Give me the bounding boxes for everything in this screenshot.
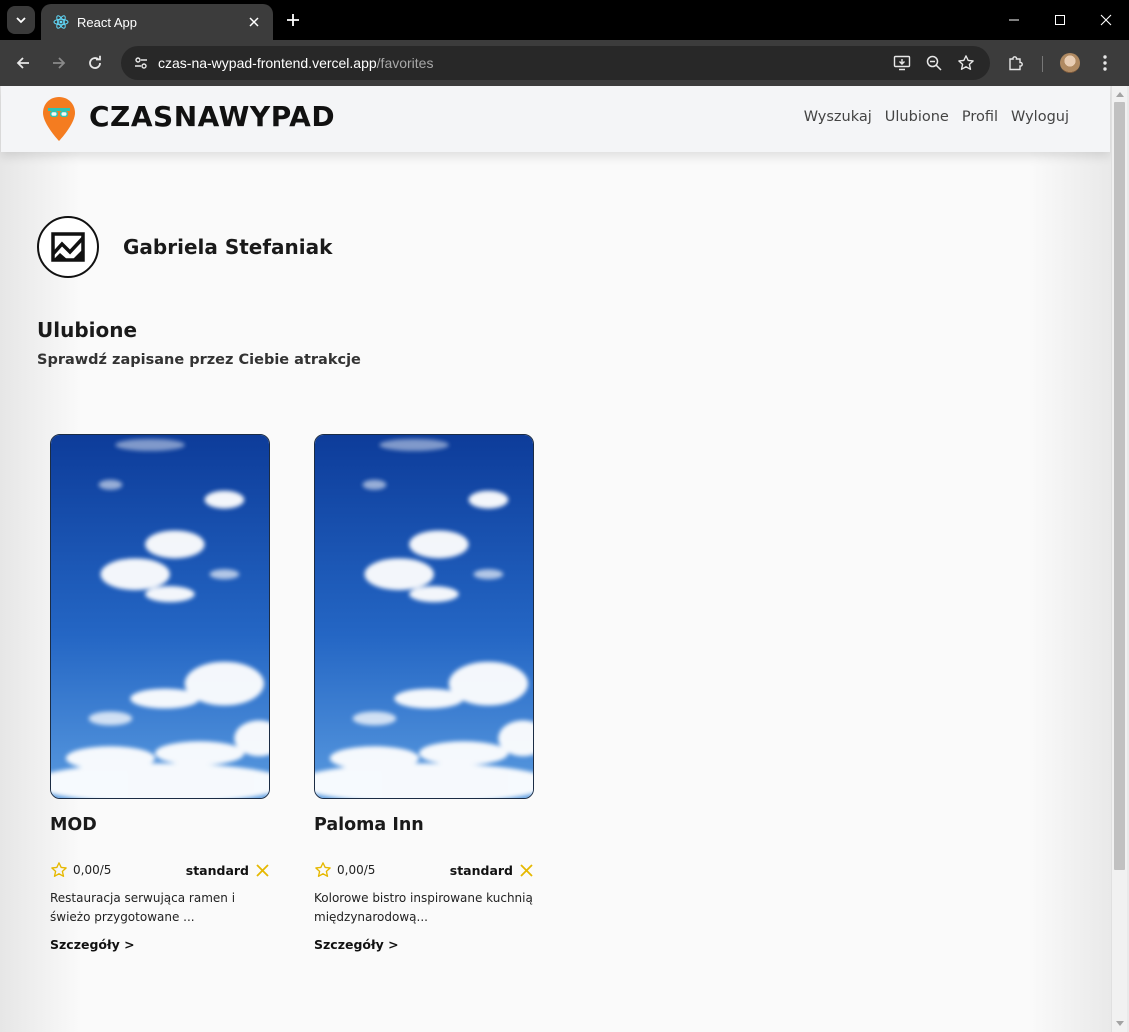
page-viewport: CZASNAWYPAD Wyszukaj Ulubione Profil Wyl… — [0, 86, 1129, 1032]
card-details-link[interactable]: Szczegóły > — [314, 937, 399, 952]
card-meta: 0,00/5 standard — [314, 861, 534, 879]
nav-link-favorites[interactable]: Ulubione — [885, 109, 949, 125]
favorite-card: MOD 0,00/5 standard Restauracja serwując… — [50, 434, 270, 953]
url-host: czas-na-wypad-frontend.vercel.app — [158, 55, 377, 71]
tab-strip: React App — [0, 0, 1129, 40]
nav-link-search[interactable]: Wyszukaj — [804, 109, 872, 125]
scroll-up-icon[interactable] — [1116, 92, 1124, 97]
favorite-card: Paloma Inn 0,00/5 standard Kolorowe bist… — [314, 434, 534, 953]
star-icon — [50, 861, 68, 879]
back-button[interactable] — [9, 49, 37, 77]
page-title: Ulubione — [37, 318, 138, 342]
tab-search-button[interactable] — [7, 6, 35, 34]
card-title: MOD — [50, 815, 97, 835]
tune-icon[interactable] — [129, 51, 153, 75]
scrollbar-thumb[interactable] — [1114, 102, 1125, 870]
nav-link-profile[interactable]: Profil — [962, 109, 998, 125]
close-icon[interactable] — [245, 13, 263, 31]
minimize-button[interactable] — [991, 0, 1037, 40]
kebab-menu-icon[interactable] — [1091, 49, 1119, 77]
sky-clouds-image[interactable] — [50, 434, 270, 799]
chevron-down-icon — [16, 17, 26, 24]
star-icon — [314, 861, 332, 879]
new-tab-button[interactable] — [282, 9, 304, 31]
address-bar[interactable]: czas-na-wypad-frontend.vercel.app/favori… — [121, 46, 990, 80]
page-subtitle: Sprawdź zapisane przez Ciebie atrakcje — [37, 352, 361, 368]
card-tier: standard — [185, 862, 249, 878]
card-details-link[interactable]: Szczegóły > — [50, 937, 135, 952]
scroll-down-icon[interactable] — [1116, 1021, 1124, 1026]
reload-button[interactable] — [81, 49, 109, 77]
browser-toolbar: czas-na-wypad-frontend.vercel.app/favori… — [0, 40, 1129, 86]
remove-favorite-icon[interactable] — [254, 862, 270, 878]
url-text: czas-na-wypad-frontend.vercel.app/favori… — [158, 55, 433, 71]
card-description: Restauracja serwująca ramen i świeżo prz… — [50, 891, 236, 924]
react-logo-icon — [53, 14, 69, 30]
forward-button[interactable] — [45, 49, 73, 77]
maximize-icon — [1055, 15, 1065, 25]
arrow-left-icon — [16, 57, 29, 69]
card-tier: standard — [449, 862, 513, 878]
url-path: /favorites — [376, 55, 434, 71]
profile-name: Gabriela Stefaniak — [123, 235, 333, 259]
card-rating: 0,00/5 — [337, 863, 376, 877]
site-header: CZASNAWYPAD Wyszukaj Ulubione Profil Wyl… — [1, 86, 1110, 152]
star-icon[interactable] — [954, 51, 978, 75]
profile-avatar-icon[interactable] — [1056, 49, 1084, 77]
sky-clouds-image[interactable] — [314, 434, 534, 799]
maximize-button[interactable] — [1037, 0, 1083, 40]
browser-tab[interactable]: React App — [41, 4, 273, 40]
card-meta: 0,00/5 standard — [50, 861, 270, 879]
reload-icon — [89, 55, 101, 69]
zoom-out-icon[interactable] — [922, 51, 946, 75]
card-description: Kolorowe bistro inspirowane kuchnią międ… — [314, 891, 533, 924]
install-app-icon[interactable] — [890, 51, 914, 75]
arrow-right-icon — [53, 57, 66, 69]
site-logo[interactable]: CZASNAWYPAD — [89, 100, 335, 133]
card-rating: 0,00/5 — [73, 863, 112, 877]
puzzle-icon[interactable] — [1002, 49, 1030, 77]
nav-link-logout[interactable]: Wyloguj — [1011, 109, 1069, 125]
minimize-icon — [1009, 19, 1019, 21]
close-icon — [1100, 14, 1112, 26]
toolbar-separator — [1042, 56, 1043, 72]
window-close-button[interactable] — [1083, 0, 1129, 40]
remove-favorite-icon[interactable] — [518, 862, 534, 878]
image-placeholder-icon — [51, 232, 85, 262]
card-title: Paloma Inn — [314, 815, 424, 835]
plus-icon — [287, 14, 299, 26]
location-pin-logo-icon[interactable] — [42, 96, 76, 142]
page-scrollbar[interactable] — [1111, 86, 1127, 1032]
avatar — [37, 216, 99, 278]
main-nav: Wyszukaj Ulubione Profil Wyloguj — [804, 109, 1069, 125]
tab-title: React App — [77, 14, 137, 30]
